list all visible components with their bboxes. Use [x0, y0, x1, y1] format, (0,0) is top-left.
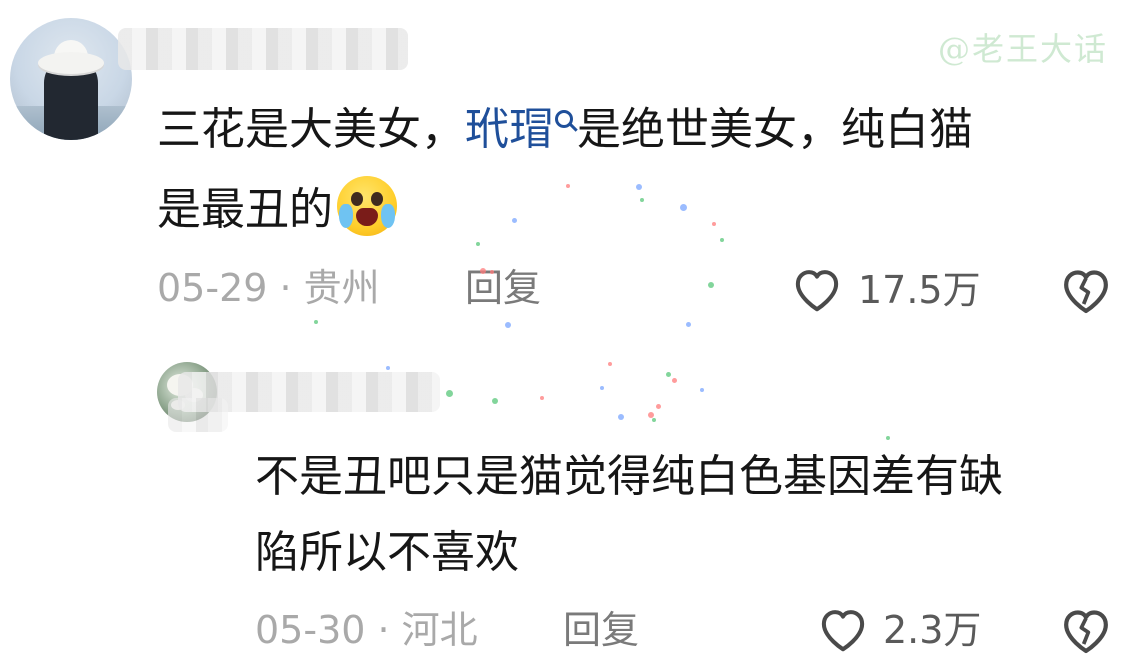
sparkle-dot [700, 388, 704, 392]
reply-button[interactable]: 回复 [563, 606, 639, 654]
broken-heart-icon[interactable] [1058, 602, 1114, 658]
sparkle-dot [680, 204, 687, 211]
sparkle-dot [720, 238, 724, 242]
sparkle-dot [314, 320, 318, 324]
sparkle-dot [566, 184, 570, 188]
sparkle-dot [886, 436, 890, 440]
sparkle-dot [480, 268, 486, 274]
sparkle-dot [446, 390, 453, 397]
comment-text-line: 是最丑的 [157, 176, 397, 240]
sparkle-dot [476, 242, 480, 246]
sparkle-dot [512, 218, 517, 223]
reply-button[interactable]: 回复 [465, 264, 541, 312]
sparkle-dot [636, 184, 642, 190]
sparkle-dot [540, 396, 544, 400]
sparkle-dot [490, 270, 494, 274]
crying-face-icon [337, 176, 397, 236]
keyword-link[interactable]: 玳瑁 [465, 104, 577, 155]
search-icon [555, 110, 573, 128]
broken-heart-icon[interactable] [1058, 262, 1114, 318]
sparkle-dot [666, 372, 671, 377]
comment-text-line: 三花是大美女，玳瑁 是绝世美女，纯白猫 [157, 104, 973, 155]
sparkle-dot [608, 362, 612, 366]
sparkle-dot [708, 282, 714, 288]
sparkle-dot [618, 414, 624, 420]
watermark: @老王大话 [938, 30, 1109, 68]
username-blurred[interactable] [118, 28, 408, 70]
sparkle-dot [686, 322, 691, 327]
comment-date-location: 05-30 · 河北 [255, 608, 478, 652]
like-count: 2.3万 [883, 608, 982, 652]
sparkle-dot [386, 366, 390, 370]
like-count: 17.5万 [858, 268, 981, 312]
avatar[interactable] [10, 18, 132, 140]
heart-icon[interactable] [816, 602, 870, 656]
sparkle-dot [600, 386, 604, 390]
comment-date-location: 05-29 · 贵州 [157, 266, 380, 310]
sparkle-dot [656, 404, 661, 409]
comment-text-line: 不是丑吧只是猫觉得纯白色基因差有缺 [255, 451, 1003, 502]
sparkle-dot [640, 198, 644, 202]
username-blurred [168, 398, 228, 432]
sparkle-dot [672, 378, 677, 383]
sparkle-dot [652, 418, 656, 422]
heart-icon[interactable] [790, 262, 844, 316]
comment-text-line: 陷所以不喜欢 [255, 527, 519, 578]
sparkle-dot [712, 222, 716, 226]
sparkle-dot [505, 322, 511, 328]
sparkle-dot [492, 398, 498, 404]
